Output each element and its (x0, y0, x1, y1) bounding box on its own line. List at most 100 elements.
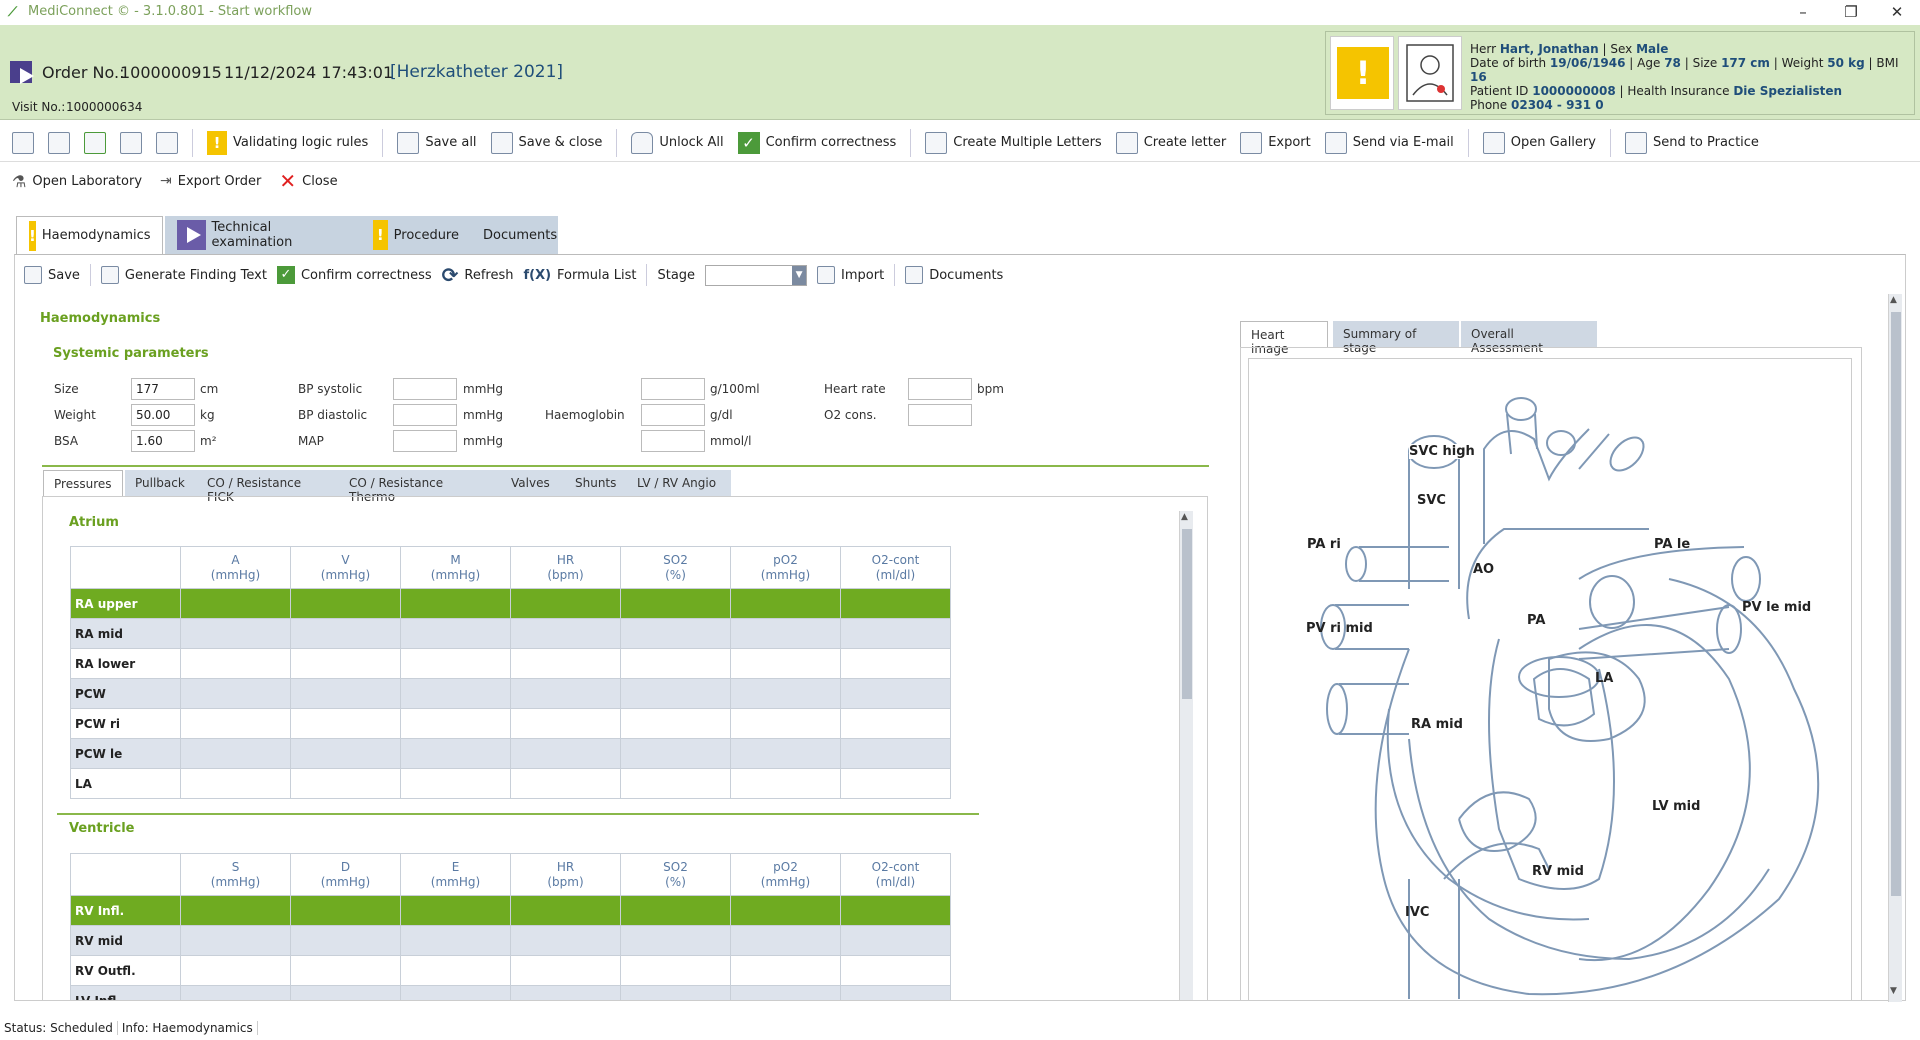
atrium-cell[interactable] (510, 648, 621, 679)
ventricle-cell[interactable] (400, 895, 511, 926)
create-multiple-letters-button[interactable]: Create Multiple Letters (925, 131, 1102, 154)
scroll-down-icon[interactable]: ▼ (1890, 986, 1897, 996)
import-button[interactable]: Import (817, 266, 884, 284)
atrium-cell[interactable] (730, 618, 841, 649)
save-button[interactable]: Save (24, 266, 80, 284)
atrium-cell[interactable] (730, 648, 841, 679)
atrium-cell[interactable] (510, 618, 621, 649)
atrium-cell[interactable] (180, 738, 291, 769)
open-gallery-button[interactable]: Open Gallery (1482, 131, 1596, 154)
ventricle-row[interactable]: RV Outfl. (70, 955, 951, 986)
create-letter-button[interactable]: Create letter (1115, 131, 1226, 154)
subtab-pressures[interactable]: Pressures (43, 470, 123, 496)
atrium-cell[interactable] (840, 588, 951, 619)
ventricle-cell[interactable] (290, 895, 401, 926)
atrium-cell[interactable] (510, 738, 621, 769)
ventricle-cell[interactable] (290, 925, 401, 956)
bp-diastolic-input[interactable] (393, 404, 457, 426)
atrium-cell[interactable] (620, 588, 731, 619)
atrium-cell[interactable] (840, 768, 951, 799)
atrium-cell[interactable] (180, 618, 291, 649)
atrium-row[interactable]: RA upper (70, 588, 951, 619)
send-email-button[interactable]: Send via E-mail (1324, 131, 1454, 154)
heart-diagram[interactable] (1249, 359, 1852, 1001)
warning-icon[interactable]: ! (1330, 36, 1394, 110)
ventricle-cell[interactable] (730, 895, 841, 926)
atrium-cell[interactable] (620, 678, 731, 709)
ventricle-cell[interactable] (290, 955, 401, 986)
save-close-button[interactable]: Save & close (490, 131, 602, 154)
atrium-cell[interactable] (620, 738, 731, 769)
atrium-cell[interactable] (620, 648, 731, 679)
subtab-co-fick[interactable]: CO / Resistance FICK (197, 470, 339, 504)
atrium-cell[interactable] (840, 618, 951, 649)
atrium-cell[interactable] (400, 588, 511, 619)
atrium-cell[interactable] (290, 588, 401, 619)
edit-document-icon[interactable] (156, 131, 178, 154)
scroll-up-icon[interactable]: ▲ (1181, 512, 1188, 522)
atrium-cell[interactable] (510, 678, 621, 709)
atrium-cell[interactable] (730, 768, 841, 799)
ventricle-cell[interactable] (180, 955, 291, 986)
o2-cons-input[interactable] (908, 404, 972, 426)
hb-g100ml-input[interactable] (641, 378, 705, 400)
hb-mmol-input[interactable] (641, 430, 705, 452)
sync-icon[interactable] (84, 131, 106, 154)
main-scrollbar[interactable]: ▲ ▼ (1888, 294, 1902, 1002)
refresh-button[interactable]: ⟳ Refresh (442, 263, 514, 287)
ventricle-cell[interactable] (400, 985, 511, 1000)
atrium-cell[interactable] (180, 768, 291, 799)
atrium-cell[interactable] (400, 618, 511, 649)
atrium-cell[interactable] (180, 648, 291, 679)
tab-overall-assessment[interactable]: Overall Assessment (1461, 321, 1597, 355)
stage-select[interactable]: ▼ (705, 264, 808, 286)
atrium-cell[interactable] (730, 738, 841, 769)
atrium-cell[interactable] (400, 648, 511, 679)
ventricle-cell[interactable] (510, 955, 621, 986)
ventricle-cell[interactable] (180, 925, 291, 956)
atrium-cell[interactable] (290, 648, 401, 679)
ventricle-cell[interactable] (730, 955, 841, 986)
tab-haemodynamics[interactable]: ! Haemodynamics (16, 216, 163, 254)
send-practice-button[interactable]: Send to Practice (1624, 131, 1759, 154)
atrium-cell[interactable] (620, 768, 731, 799)
atrium-cell[interactable] (510, 708, 621, 739)
atrium-cell[interactable] (290, 768, 401, 799)
scroll-up-icon[interactable]: ▲ (1890, 295, 1897, 305)
atrium-cell[interactable] (840, 648, 951, 679)
export-button[interactable]: Export (1240, 131, 1311, 154)
ventricle-cell[interactable] (840, 895, 951, 926)
atrium-row[interactable]: RA mid (70, 618, 951, 649)
document-list-icon[interactable] (120, 131, 142, 154)
atrium-row[interactable]: PCW ri (70, 708, 951, 739)
formula-list-button[interactable]: f(X) Formula List (523, 268, 636, 283)
close-window-button[interactable]: ✕ (1886, 3, 1908, 21)
validating-rules-button[interactable]: ! Validating logic rules (207, 130, 368, 155)
atrium-cell[interactable] (840, 708, 951, 739)
subtab-co-thermo[interactable]: CO / Resistance Thermo (339, 470, 501, 504)
hb-gdl-input[interactable] (641, 404, 705, 426)
ventricle-cell[interactable] (840, 955, 951, 986)
subtab-pullback[interactable]: Pullback (125, 470, 197, 496)
ventricle-cell[interactable] (180, 895, 291, 926)
subtab-valves[interactable]: Valves (501, 470, 565, 496)
tab-documents[interactable]: Documents (471, 216, 558, 254)
ventricle-cell[interactable] (840, 985, 951, 1000)
atrium-cell[interactable] (840, 738, 951, 769)
size-input[interactable]: 177 (131, 378, 195, 400)
export-order-button[interactable]: ⇥ Export Order (160, 173, 261, 189)
generate-finding-button[interactable]: Generate Finding Text (100, 266, 267, 284)
ventricle-cell[interactable] (620, 985, 731, 1000)
atrium-cell[interactable] (620, 708, 731, 739)
atrium-cell[interactable] (180, 588, 291, 619)
documents-button[interactable]: Documents (905, 266, 1003, 284)
ventricle-cell[interactable] (730, 925, 841, 956)
tab-heart-image[interactable]: Heart image (1240, 321, 1328, 356)
atrium-cell[interactable] (730, 708, 841, 739)
ventricle-cell[interactable] (510, 985, 621, 1000)
tab-summary-stage[interactable]: Summary of stage (1333, 321, 1459, 355)
atrium-cell[interactable] (290, 678, 401, 709)
main-scroll-thumb[interactable] (1891, 312, 1901, 896)
ventricle-cell[interactable] (620, 895, 731, 926)
subtab-shunts[interactable]: Shunts (565, 470, 627, 496)
